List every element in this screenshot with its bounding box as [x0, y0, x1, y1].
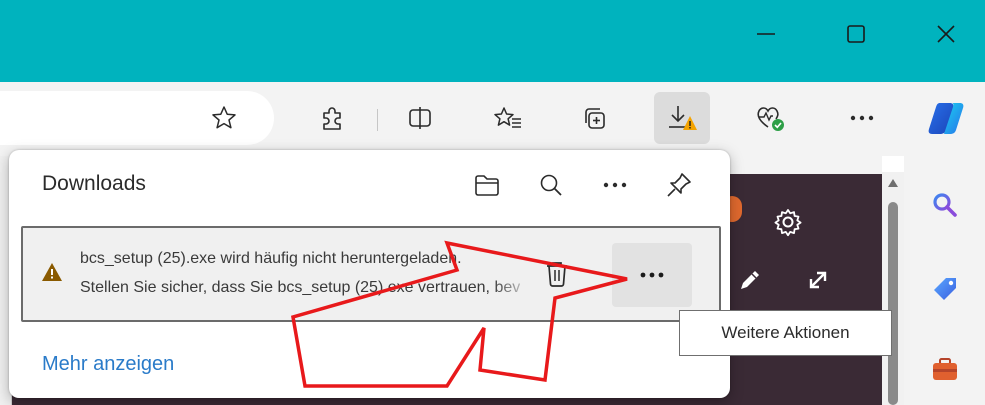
- warning-icon: [42, 263, 62, 281]
- split-screen-button[interactable]: [392, 92, 448, 144]
- close-icon: [937, 25, 955, 43]
- maximize-button[interactable]: [810, 0, 902, 68]
- maximize-icon: [847, 25, 865, 43]
- open-downloads-folder-button[interactable]: [466, 164, 508, 206]
- sidebar-shopping-button[interactable]: [924, 268, 966, 310]
- search-downloads-button[interactable]: [530, 164, 572, 206]
- browser-toolbar: [0, 82, 985, 156]
- search-icon: [933, 193, 957, 217]
- extensions-button[interactable]: [304, 92, 360, 144]
- minimize-icon: [757, 33, 775, 35]
- download-warning-text: bcs_setup (25).exe wird häufig nicht her…: [80, 250, 462, 267]
- delete-download-button[interactable]: [535, 252, 579, 296]
- address-bar[interactable]: [0, 91, 274, 145]
- close-button[interactable]: [900, 0, 985, 68]
- downloads-flyout: Downloads bcs_setup (25).exe wird häufig…: [9, 150, 730, 398]
- more-actions-tooltip: Weitere Aktionen: [679, 310, 892, 356]
- title-bar: [0, 0, 985, 82]
- download-item[interactable]: bcs_setup (25).exe wird häufig nicht her…: [21, 226, 721, 322]
- search-icon: [540, 174, 562, 196]
- show-more-link[interactable]: Mehr anzeigen: [42, 353, 174, 376]
- text-fade-overlay: [493, 242, 533, 308]
- downloads-button[interactable]: [654, 92, 710, 144]
- pin-icon: [667, 173, 691, 197]
- downloads-icon: [669, 106, 697, 130]
- edge-sidebar: [904, 156, 985, 405]
- collections-button[interactable]: [566, 92, 622, 144]
- gear-icon: [774, 209, 802, 237]
- more-actions-icon: [640, 272, 664, 278]
- minimize-button[interactable]: [720, 0, 812, 68]
- downloads-title: Downloads: [42, 172, 146, 195]
- copilot-icon: [928, 103, 964, 134]
- extensions-icon: [323, 107, 341, 130]
- split-screen-icon: [409, 107, 431, 129]
- pin-downloads-button[interactable]: [658, 164, 700, 206]
- sidebar-search-button[interactable]: [924, 184, 966, 226]
- open-folder-icon: [475, 175, 499, 196]
- delete-icon: [547, 262, 567, 287]
- more-options-icon: [603, 182, 627, 188]
- browser-essentials-button[interactable]: [742, 92, 798, 144]
- page-expand-button[interactable]: [800, 262, 836, 298]
- scroll-thumb[interactable]: [888, 202, 898, 405]
- add-favorite-button[interactable]: [196, 92, 252, 144]
- toolbar-separator: [377, 109, 378, 131]
- scroll-up-arrow-icon[interactable]: [887, 178, 899, 188]
- sidebar-tools-button[interactable]: [924, 348, 966, 390]
- browser-essentials-icon: [757, 107, 784, 131]
- collections-icon: [585, 108, 605, 129]
- settings-more-button[interactable]: [834, 92, 890, 144]
- page-settings-button[interactable]: [768, 202, 808, 242]
- tools-icon: [933, 358, 957, 380]
- shopping-tag-icon: [934, 278, 956, 300]
- more-icon: [850, 115, 874, 121]
- page-scrollbar[interactable]: [882, 172, 904, 405]
- favorites-button[interactable]: [480, 92, 536, 144]
- pen-icon: [741, 271, 759, 289]
- downloads-more-options-button[interactable]: [594, 164, 636, 206]
- page-edit-button[interactable]: [732, 262, 768, 298]
- expand-icon: [809, 271, 827, 289]
- copilot-button[interactable]: [918, 92, 974, 144]
- download-warning-detail: Stellen Sie sicher, dass Sie bcs_setup (…: [80, 279, 520, 296]
- favorite-star-icon: [212, 106, 236, 129]
- favorites-icon: [494, 107, 521, 128]
- more-actions-button[interactable]: [612, 243, 692, 307]
